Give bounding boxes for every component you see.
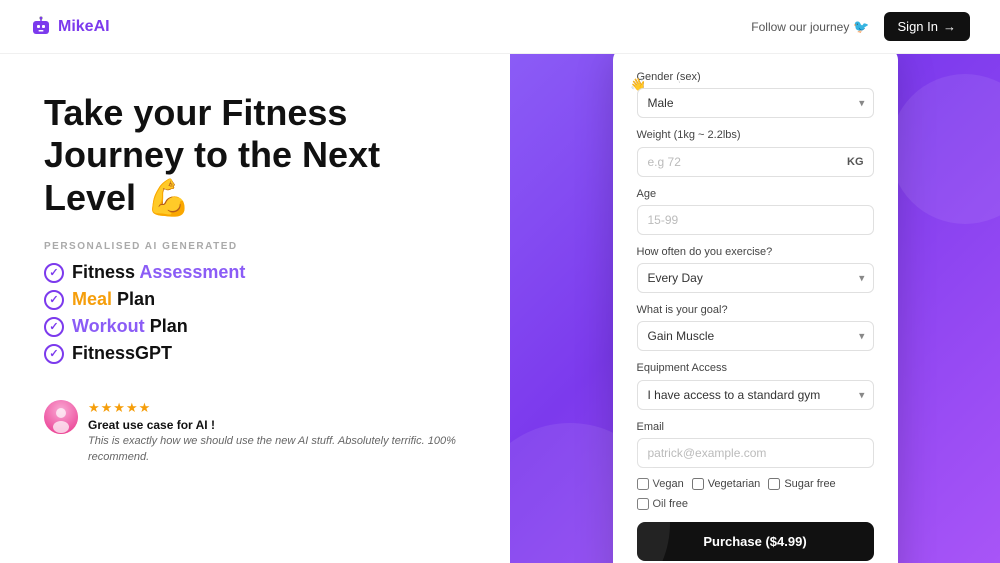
personalised-label: PERSONALISED AI GENERATED [44,241,466,252]
sugarfree-checkbox-item[interactable]: Sugar free [768,478,835,490]
goal-label: What is your goal? [637,303,874,317]
weight-input[interactable] [637,147,874,177]
exercise-select-wrapper: Every Day 5-6x per week 3-4x per week 1-… [637,263,874,293]
follow-journey-text: Follow our journey 🐦 [751,19,869,35]
age-label: Age [637,187,874,201]
equipment-select[interactable]: I have access to a standard gym Home gym… [637,380,874,410]
feature-workout-text: Workout Plan [72,316,188,337]
check-icon-fitnessgpt [44,344,64,364]
header: MikeAI Follow our journey 🐦 Sign In [0,0,1000,54]
equipment-label: Equipment Access [637,361,874,375]
weight-unit: KG [847,156,864,168]
logo: MikeAI [30,16,110,38]
check-icon-meal [44,290,64,310]
goal-select-wrapper: Gain Muscle Lose Weight Maintain Weight … [637,321,874,351]
feature-fitnessgpt: FitnessGPT [44,343,466,364]
feature-fitnessgpt-text: FitnessGPT [72,343,172,364]
sugarfree-checkbox[interactable] [768,478,780,490]
review-body: This is exactly how we should use the ne… [88,434,466,465]
features-list: Fitness Assessment Meal Plan Workout Pla… [44,262,466,370]
hero-title: Take your Fitness Journey to the Next Le… [44,92,466,219]
check-icon-workout [44,317,64,337]
age-input[interactable] [637,205,874,235]
exercise-label: How often do you exercise? [637,245,874,259]
avatar-svg [44,400,78,434]
sugarfree-label: Sugar free [784,478,835,490]
weight-input-wrapper: KG [637,147,874,177]
email-input[interactable] [637,438,874,468]
purchase-button[interactable]: Purchase ($4.99) [637,522,874,561]
twitter-icon: 🐦 [853,19,869,35]
email-row: Email [637,420,874,468]
age-input-wrapper [637,205,874,235]
exercise-select[interactable]: Every Day 5-6x per week 3-4x per week 1-… [637,263,874,293]
review-content: ★★★★★ Great use case for AI ! This is ex… [88,400,466,465]
review-title: Great use case for AI ! [88,418,466,432]
equipment-row: Equipment Access I have access to a stan… [637,361,874,409]
logo-text: MikeAI [58,18,110,36]
goal-row: What is your goal? Gain Muscle Lose Weig… [637,303,874,351]
review-section: ★★★★★ Great use case for AI ! This is ex… [44,400,466,465]
equipment-select-wrapper: I have access to a standard gym Home gym… [637,380,874,410]
vegetarian-label: Vegetarian [708,478,761,490]
email-label: Email [637,420,874,434]
weight-row: Weight (1kg ~ 2.2lbs) KG [637,128,874,176]
feature-meal: Meal Plan [44,289,466,310]
logo-icon [30,16,52,38]
gender-select[interactable]: Male Female Other [637,88,874,118]
header-right: Follow our journey 🐦 Sign In [751,12,970,41]
signin-button[interactable]: Sign In [884,12,970,41]
left-panel: Take your Fitness Journey to the Next Le… [0,54,510,563]
check-icon-fitness [44,263,64,283]
dietary-checkboxes: Vegan Vegetarian Sugar free Oil free [637,478,874,510]
vegetarian-checkbox[interactable] [692,478,704,490]
gender-select-wrapper: Male Female Other ▾ [637,88,874,118]
feature-fitness-text: Fitness Assessment [72,262,245,283]
exercise-row: How often do you exercise? Every Day 5-6… [637,245,874,293]
feature-fitness: Fitness Assessment [44,262,466,283]
feature-workout: Workout Plan [44,316,466,337]
weight-label: Weight (1kg ~ 2.2lbs) [637,128,874,142]
reviewer-avatar [44,400,78,434]
right-panel: 👋 10x Meal Plan, 10x Workout Plan, 10x A… [510,54,1000,563]
feature-meal-text: Meal Plan [72,289,155,310]
review-stars: ★★★★★ [88,400,466,416]
age-row: Age [637,187,874,235]
main-content: Take your Fitness Journey to the Next Le… [0,54,1000,563]
goal-select[interactable]: Gain Muscle Lose Weight Maintain Weight … [637,321,874,351]
vegetarian-checkbox-item[interactable]: Vegetarian [692,478,761,490]
